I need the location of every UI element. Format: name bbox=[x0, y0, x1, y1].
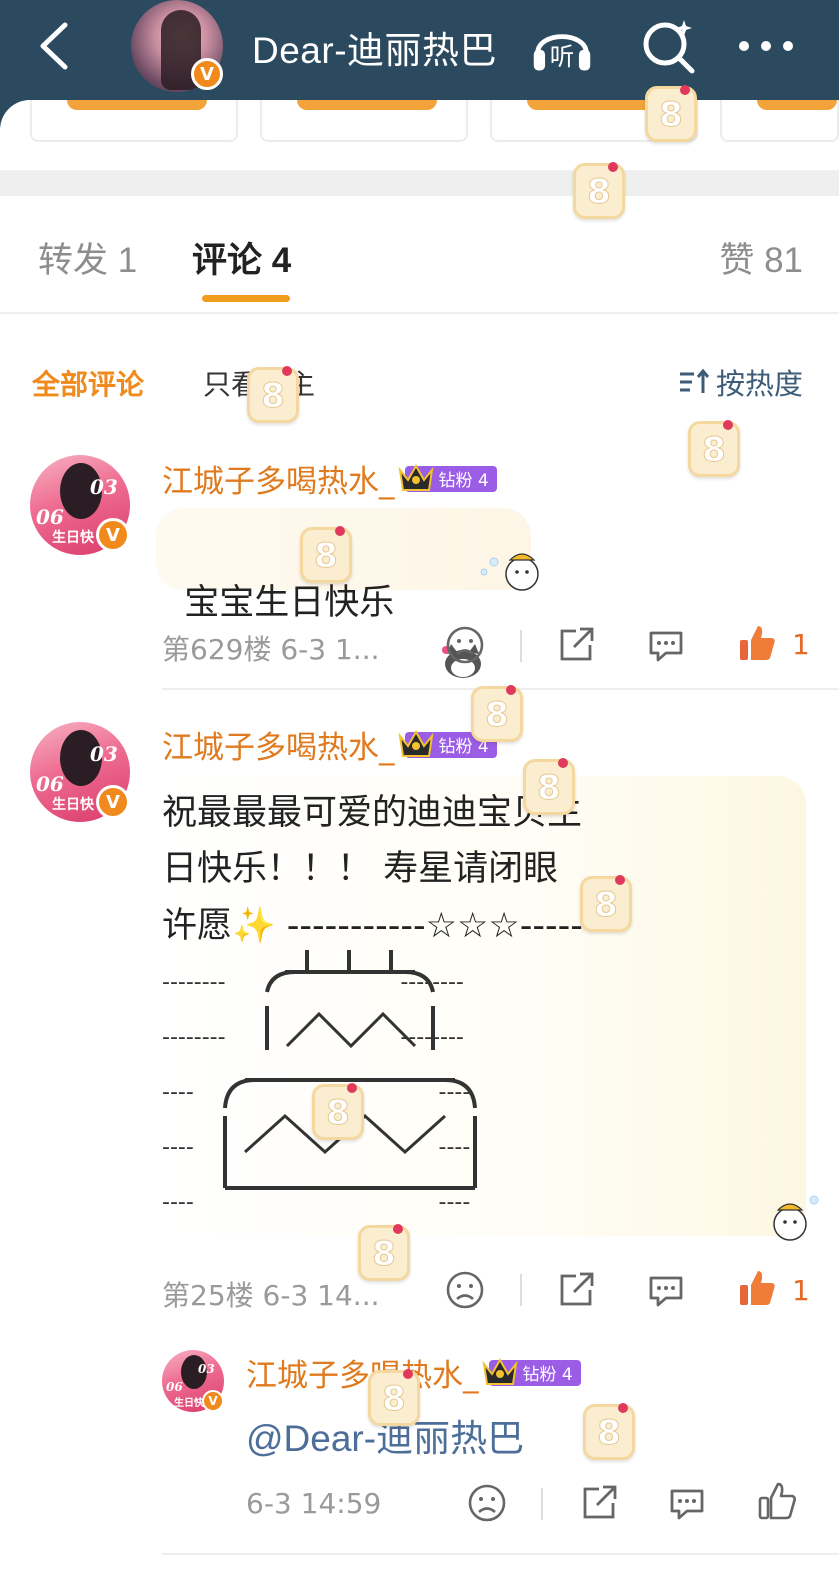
biscuit-sticker-icon bbox=[358, 1224, 410, 1281]
comment-filter-bar: 全部评论 只看博主 按热度 bbox=[0, 355, 839, 411]
comment-icon bbox=[649, 1276, 683, 1307]
sort-button[interactable]: 按热度 bbox=[678, 361, 803, 403]
biscuit-sticker-icon bbox=[300, 526, 352, 583]
fan-level-badge: 钻粉 4 bbox=[397, 463, 497, 492]
biscuit-sticker-icon bbox=[573, 162, 625, 219]
crown-icon bbox=[397, 463, 434, 491]
dislike-button[interactable] bbox=[464, 1480, 510, 1526]
share-icon bbox=[583, 1485, 617, 1519]
ascii-cake-drawing bbox=[223, 950, 477, 1190]
share-button[interactable] bbox=[576, 1480, 622, 1526]
mascot-sticker-icon bbox=[773, 1195, 819, 1241]
like-count: 1 bbox=[792, 628, 810, 661]
crown-icon bbox=[481, 1357, 518, 1385]
username-text: 江城子多喝热水_ bbox=[162, 464, 395, 500]
verified-badge-icon: V bbox=[96, 785, 130, 819]
verified-badge-icon: V bbox=[96, 518, 130, 552]
tab-likes[interactable]: 赞 81 bbox=[719, 232, 803, 283]
share-icon bbox=[560, 1272, 594, 1306]
tab-comment[interactable]: 评论 4 bbox=[192, 232, 291, 283]
search-icon bbox=[643, 20, 695, 74]
biscuit-sticker-icon bbox=[312, 1083, 364, 1140]
reply-button[interactable] bbox=[643, 1267, 689, 1313]
username-text: 江城子多喝热水_ bbox=[162, 730, 395, 766]
more-button[interactable] bbox=[734, 14, 798, 78]
action-card[interactable] bbox=[260, 100, 468, 142]
biscuit-sticker-icon bbox=[645, 85, 697, 142]
biscuit-sticker-icon bbox=[583, 1403, 635, 1460]
tab-bar: 转发 1 评论 4 赞 81 bbox=[0, 196, 839, 314]
username-text: 江城子多喝热水_ bbox=[246, 1358, 479, 1394]
comment-icon bbox=[670, 1489, 704, 1520]
dislike-button[interactable] bbox=[442, 622, 488, 668]
verified-badge-icon: V bbox=[191, 58, 223, 90]
biscuit-sticker-icon bbox=[247, 366, 299, 423]
action-card[interactable] bbox=[30, 100, 238, 142]
action-cards bbox=[30, 100, 839, 144]
sad-face-icon bbox=[446, 626, 484, 664]
active-tab-indicator bbox=[202, 295, 290, 302]
page-title: Dear-迪丽热巴 bbox=[252, 30, 498, 71]
biscuit-sticker-icon bbox=[523, 758, 575, 815]
listen-button[interactable]: 听 bbox=[530, 14, 594, 78]
like-button[interactable] bbox=[734, 1265, 780, 1311]
reply-time: 6-3 14:59 bbox=[246, 1487, 382, 1520]
sort-icon bbox=[679, 369, 710, 393]
comment-floor-time: 第629楼 6-3 1... bbox=[162, 633, 380, 666]
search-button[interactable] bbox=[636, 14, 700, 78]
biscuit-sticker-icon bbox=[368, 1369, 420, 1426]
chevron-left-icon bbox=[40, 22, 68, 70]
commenter-name[interactable]: 江城子多喝热水_ 钻粉 4 bbox=[162, 456, 497, 501]
comment-floor-time: 第25楼 6-3 14... bbox=[162, 1279, 380, 1312]
action-card[interactable] bbox=[720, 100, 839, 142]
mascot-sticker-icon bbox=[480, 553, 539, 591]
thumbs-up-outline-icon bbox=[758, 1482, 796, 1520]
headphones-icon: 听 bbox=[533, 34, 591, 71]
dislike-button[interactable] bbox=[442, 1267, 488, 1313]
share-button[interactable] bbox=[553, 622, 599, 668]
thumbs-up-icon bbox=[740, 626, 775, 660]
action-divider bbox=[520, 630, 522, 662]
biscuit-sticker-icon bbox=[580, 875, 632, 932]
like-count: 1 bbox=[792, 1274, 810, 1307]
biscuit-sticker-icon bbox=[688, 420, 740, 477]
share-icon bbox=[560, 627, 594, 661]
filter-all-comments[interactable]: 全部评论 bbox=[32, 363, 144, 403]
fan-level-badge: 钻粉 4 bbox=[481, 1357, 581, 1386]
crown-icon bbox=[397, 729, 434, 757]
like-button[interactable] bbox=[734, 620, 780, 666]
share-button[interactable] bbox=[553, 1267, 599, 1313]
action-divider bbox=[541, 1488, 543, 1520]
comment-divider bbox=[162, 1553, 839, 1555]
action-divider bbox=[520, 1274, 522, 1306]
cat-emoji-icon bbox=[394, 585, 481, 678]
sort-label: 按热度 bbox=[715, 367, 803, 401]
commenter-name[interactable]: 江城子多喝热水_ 钻粉 4 bbox=[162, 722, 497, 767]
sad-face-icon bbox=[446, 1271, 484, 1309]
reply-button[interactable] bbox=[664, 1480, 710, 1526]
verified-badge-icon: V bbox=[202, 1390, 224, 1412]
tab-repost[interactable]: 转发 1 bbox=[38, 232, 137, 283]
section-divider bbox=[0, 170, 839, 196]
thumbs-up-icon bbox=[740, 1271, 775, 1305]
back-button[interactable] bbox=[28, 18, 80, 74]
biscuit-sticker-icon bbox=[471, 685, 523, 742]
sad-face-icon bbox=[468, 1484, 506, 1522]
comment-icon bbox=[649, 631, 683, 662]
more-icon bbox=[739, 41, 793, 51]
listen-label: 听 bbox=[550, 42, 574, 71]
like-button[interactable] bbox=[754, 1478, 800, 1524]
reply-button[interactable] bbox=[643, 622, 689, 668]
